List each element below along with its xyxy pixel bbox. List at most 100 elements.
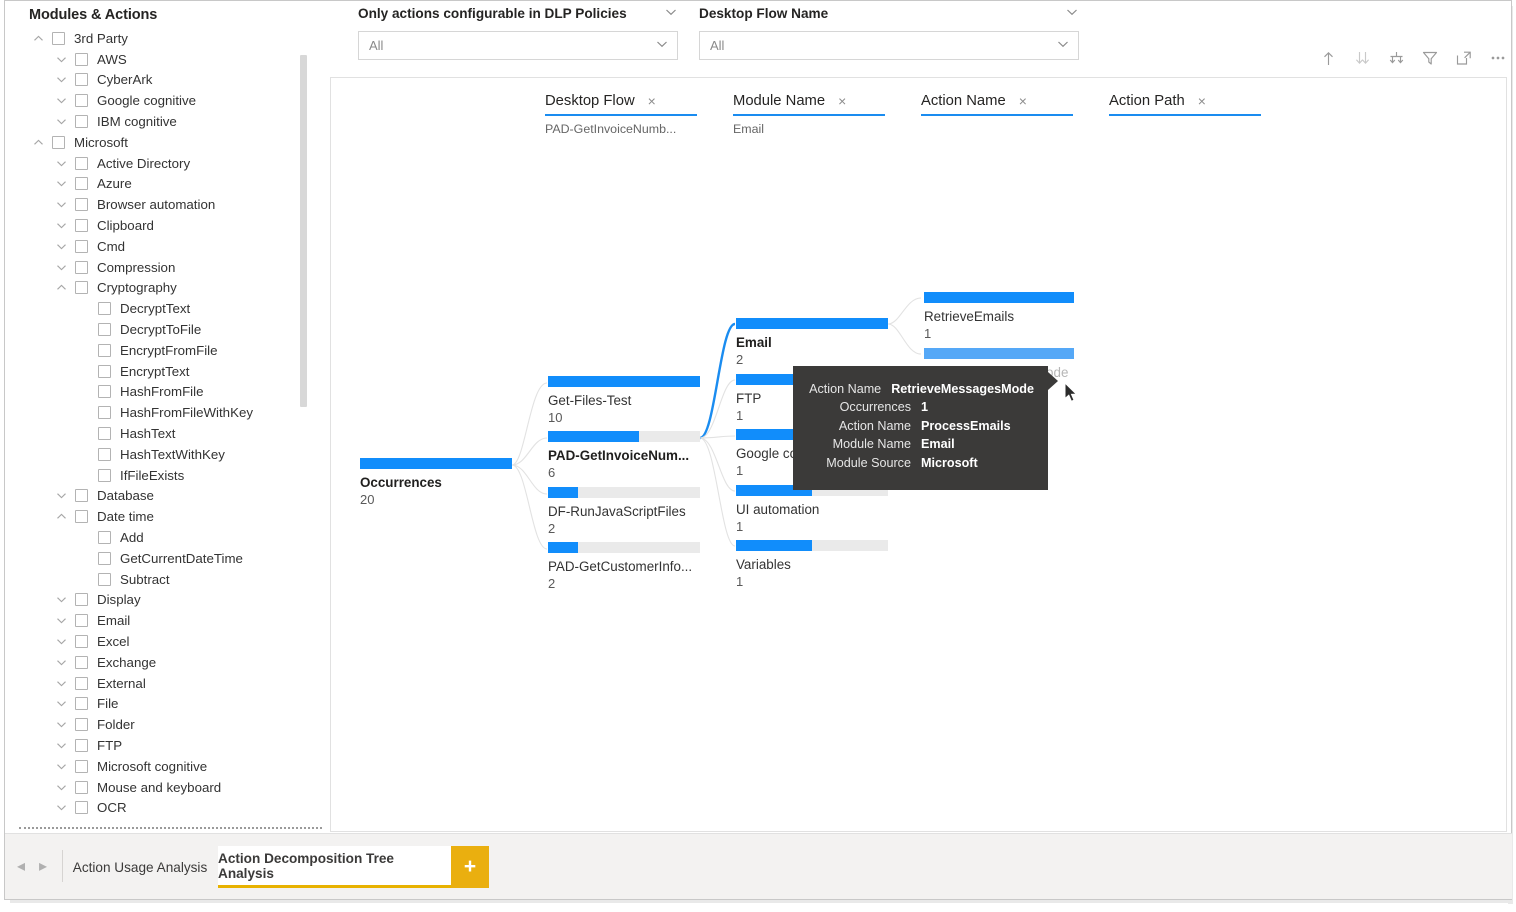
- tree-item-decrypttext[interactable]: DecryptText: [5, 298, 325, 319]
- chevron-down-icon[interactable]: [55, 261, 68, 274]
- filter-desktop-flow-name-header[interactable]: Desktop Flow Name: [699, 5, 1079, 22]
- tree-item-subtract[interactable]: Subtract: [5, 569, 325, 590]
- drill-up-icon[interactable]: [1318, 48, 1338, 68]
- tree-item-file[interactable]: File: [5, 694, 325, 715]
- tree-item-checkbox[interactable]: [98, 385, 111, 399]
- chevron-down-icon[interactable]: [55, 198, 68, 211]
- tree-node-pad-getinvoicenumber[interactable]: PAD-GetInvoiceNum... 6: [548, 431, 700, 480]
- tree-item-checkbox[interactable]: [98, 364, 111, 378]
- tree-item-aws[interactable]: AWS: [5, 49, 325, 70]
- chevron-down-icon[interactable]: [655, 37, 669, 54]
- expand-all-icon[interactable]: [1352, 48, 1372, 68]
- tree-item-clipboard[interactable]: Clipboard: [5, 215, 325, 236]
- chevron-down-icon[interactable]: [1056, 37, 1070, 54]
- tree-item-checkbox[interactable]: [75, 510, 88, 524]
- tree-item-checkbox[interactable]: [75, 655, 88, 669]
- tree-item-checkbox[interactable]: [75, 718, 88, 732]
- tree-node-get-files-test[interactable]: Get-Files-Test 10: [548, 376, 700, 425]
- tab-prev-arrow[interactable]: ◂: [17, 856, 25, 876]
- tree-item-checkbox[interactable]: [75, 198, 88, 212]
- tree-item-checkbox[interactable]: [75, 614, 88, 628]
- tree-node-variables[interactable]: Variables 1: [736, 540, 888, 589]
- tree-item-encrypttext[interactable]: EncryptText: [5, 361, 325, 382]
- chevron-down-icon[interactable]: [55, 157, 68, 170]
- tree-item-active-directory[interactable]: Active Directory: [5, 153, 325, 174]
- chevron-down-icon[interactable]: [55, 718, 68, 731]
- tree-node-retrieveemails[interactable]: RetrieveEmails 1: [924, 292, 1074, 341]
- tree-item-database[interactable]: Database: [5, 486, 325, 507]
- tree-item-checkbox[interactable]: [98, 572, 111, 586]
- close-icon[interactable]: ×: [1198, 93, 1206, 110]
- tab-next-arrow[interactable]: ▸: [39, 856, 47, 876]
- tree-item-checkbox[interactable]: [98, 302, 111, 316]
- tree-item-checkbox[interactable]: [75, 738, 88, 752]
- tree-item-azure[interactable]: Azure: [5, 174, 325, 195]
- tree-item-checkbox[interactable]: [75, 177, 88, 191]
- tree-item-hashtextwithkey[interactable]: HashTextWithKey: [5, 444, 325, 465]
- chevron-down-icon[interactable]: [55, 656, 68, 669]
- tree-item-checkbox[interactable]: [75, 219, 88, 233]
- chevron-down-icon[interactable]: [1065, 5, 1079, 22]
- chevron-down-icon[interactable]: [55, 801, 68, 814]
- tree-item-checkbox[interactable]: [75, 156, 88, 170]
- chevron-down-icon[interactable]: [55, 73, 68, 86]
- tree-item-checkbox[interactable]: [75, 635, 88, 648]
- chevron-down-icon[interactable]: [55, 219, 68, 232]
- tree-item-checkbox[interactable]: [98, 468, 111, 482]
- tree-item-hashfromfilewithkey[interactable]: HashFromFileWithKey: [5, 402, 325, 423]
- chevron-down-icon[interactable]: [55, 614, 68, 627]
- chevron-down-icon[interactable]: [55, 697, 68, 710]
- filter-desktop-flow-name-input[interactable]: All: [699, 31, 1079, 60]
- close-icon[interactable]: ×: [838, 93, 846, 110]
- tree-node-email[interactable]: Email 2: [736, 318, 888, 367]
- chevron-up-icon[interactable]: [32, 32, 45, 45]
- tree-item-checkbox[interactable]: [75, 780, 88, 794]
- tree-item-checkbox[interactable]: [98, 323, 111, 337]
- tree-item-getcurrentdatetime[interactable]: GetCurrentDateTime: [5, 548, 325, 569]
- tree-item-checkbox[interactable]: [98, 531, 111, 545]
- tree-item-checkbox[interactable]: [52, 31, 65, 45]
- tree-item-browser-automation[interactable]: Browser automation: [5, 194, 325, 215]
- more-options-icon[interactable]: [1488, 48, 1508, 68]
- chevron-down-icon[interactable]: [55, 177, 68, 190]
- tree-item-microsoft[interactable]: Microsoft: [5, 132, 325, 153]
- tree-node-root[interactable]: Occurrences 20: [360, 458, 512, 507]
- slicer-scrollbar-thumb[interactable]: [300, 55, 307, 407]
- tree-item-ibm-cognitive[interactable]: IBM cognitive: [5, 111, 325, 132]
- tree-item-ocr[interactable]: OCR: [5, 797, 325, 818]
- tree-node-pad-getcustomerinfo[interactable]: PAD-GetCustomerInfo... 2: [548, 542, 700, 591]
- tree-item-checkbox[interactable]: [98, 551, 111, 565]
- tree-item-checkbox[interactable]: [98, 406, 111, 420]
- chevron-down-icon[interactable]: [55, 677, 68, 690]
- tree-item-display[interactable]: Display: [5, 590, 325, 611]
- filter-dlp-policies-header[interactable]: Only actions configurable in DLP Policie…: [358, 5, 678, 22]
- slicer-scrollbar-track[interactable]: [300, 28, 316, 828]
- tree-item-microsoft-cognitive[interactable]: Microsoft cognitive: [5, 756, 325, 777]
- tree-item-checkbox[interactable]: [75, 593, 88, 607]
- tree-item-checkbox[interactable]: [75, 115, 88, 129]
- tree-item-checkbox[interactable]: [75, 52, 88, 66]
- chevron-down-icon[interactable]: [55, 94, 68, 107]
- chevron-up-icon[interactable]: [55, 510, 68, 523]
- chevron-down-icon[interactable]: [55, 781, 68, 794]
- tree-item-checkbox[interactable]: [98, 427, 111, 441]
- filter-icon[interactable]: [1420, 48, 1440, 68]
- tree-item-mouse-and-keyboard[interactable]: Mouse and keyboard: [5, 777, 325, 798]
- chevron-up-icon[interactable]: [32, 136, 45, 149]
- tree-item-checkbox[interactable]: [75, 239, 88, 253]
- tree-item-cyberark[interactable]: CyberArk: [5, 70, 325, 91]
- chevron-down-icon[interactable]: [55, 53, 68, 66]
- tree-item-3rd-party[interactable]: 3rd Party: [5, 28, 325, 49]
- drill-down-icon[interactable]: [1386, 48, 1406, 68]
- chevron-down-icon[interactable]: [55, 489, 68, 502]
- tree-item-add[interactable]: Add: [5, 527, 325, 548]
- tree-node-df-runjavascriptfiles[interactable]: DF-RunJavaScriptFiles 2: [548, 487, 700, 536]
- column-title[interactable]: Module Name: [733, 93, 825, 109]
- modules-actions-tree[interactable]: 3rd Party AWS CyberArk Google cognitive IBM …: [5, 28, 325, 818]
- tree-item-ftp[interactable]: FTP: [5, 735, 325, 756]
- tree-item-checkbox[interactable]: [75, 801, 88, 815]
- tree-item-external[interactable]: External: [5, 673, 325, 694]
- tree-item-checkbox[interactable]: [75, 676, 88, 690]
- column-title[interactable]: Desktop Flow: [545, 93, 635, 109]
- chevron-down-icon[interactable]: [664, 5, 678, 22]
